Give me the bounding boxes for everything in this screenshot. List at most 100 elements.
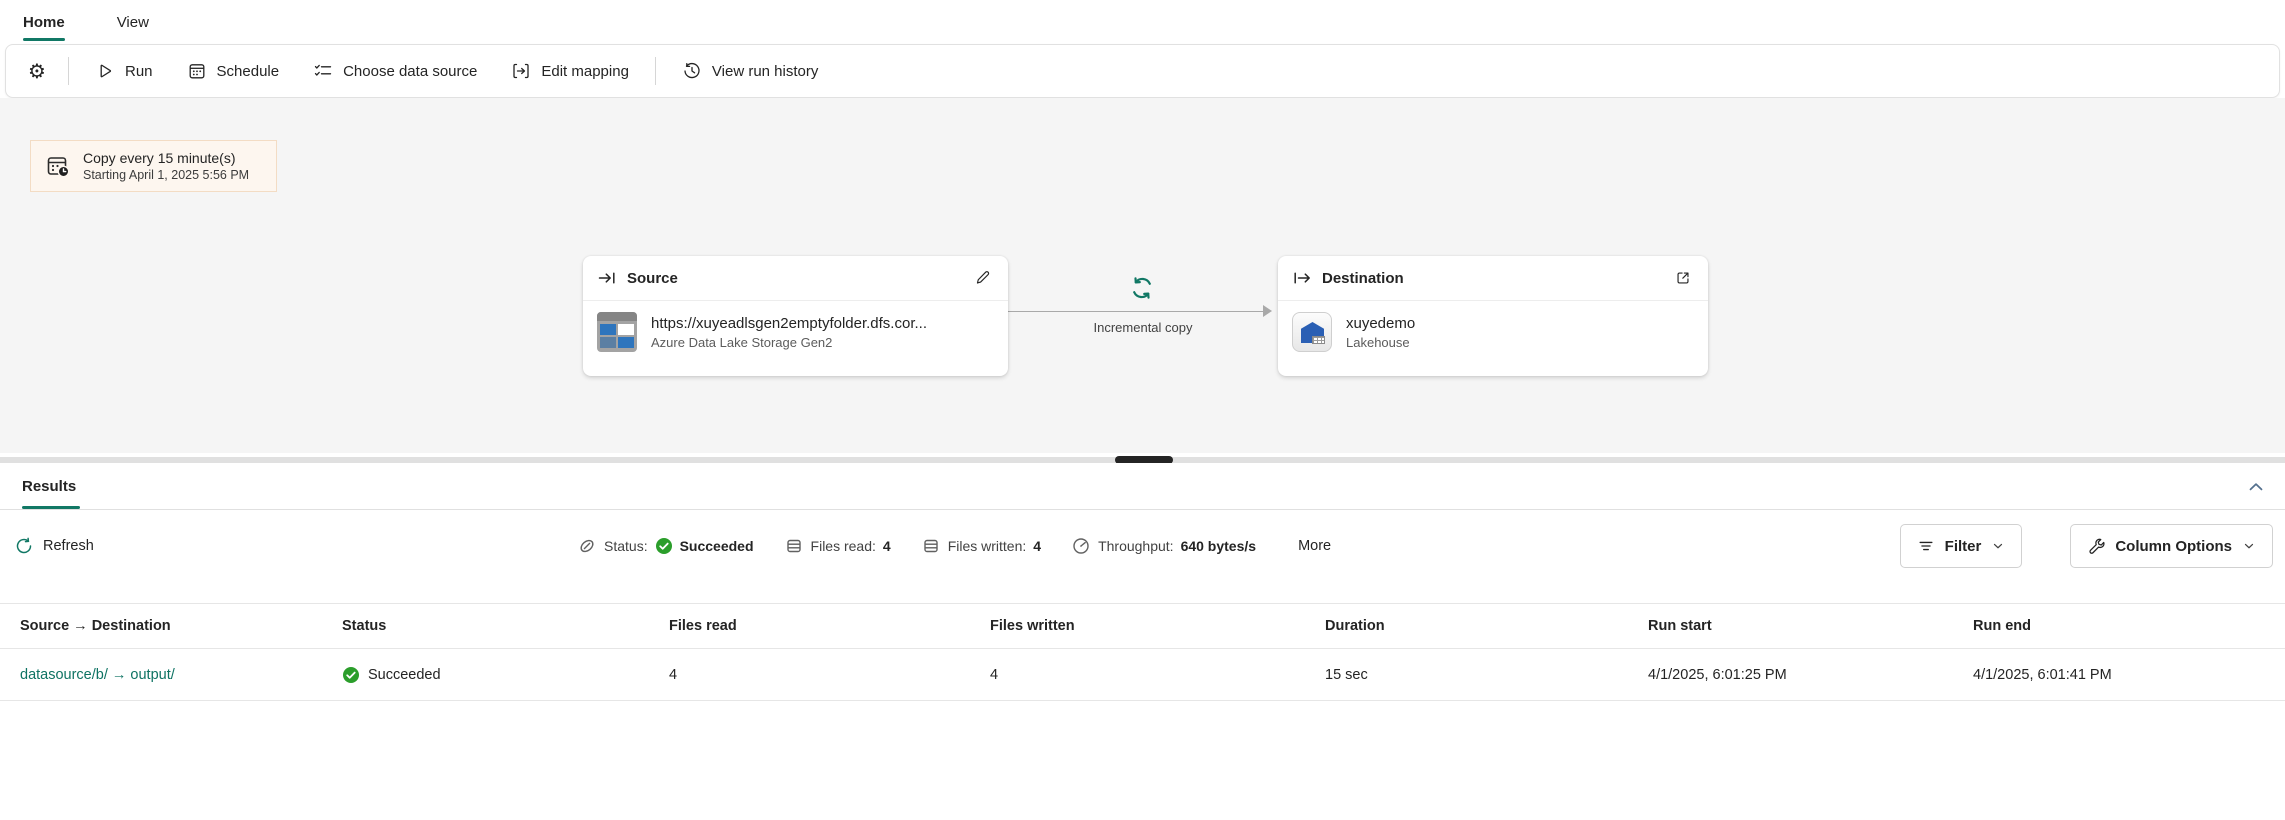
wrench-icon [2087, 537, 2105, 555]
table-header-row: Source → Destination Status Files read F… [0, 603, 2285, 649]
column-header-source-destination[interactable]: Source → Destination [20, 618, 342, 634]
chevron-down-icon [2242, 539, 2256, 553]
files-read-label: Files read: [811, 538, 876, 554]
view-run-history-label: View run history [712, 63, 818, 80]
connector-line [1008, 311, 1268, 312]
adls-gen2-icon [597, 312, 637, 352]
history-clock-icon [682, 61, 702, 81]
tab-view[interactable]: View [117, 0, 149, 44]
column-header-run-start[interactable]: Run start [1648, 618, 1973, 634]
settings-button[interactable]: ⚙ [18, 51, 56, 91]
stack-icon [921, 536, 941, 556]
source-connection-url: https://xuyeadlsgen2emptyfolder.dfs.cor.… [651, 315, 927, 332]
calendar-clock-icon [45, 153, 71, 179]
source-node-body: https://xuyeadlsgen2emptyfolder.dfs.cor.… [583, 301, 1008, 363]
run-button[interactable]: Run [81, 51, 167, 91]
source-node-header: Source [583, 256, 1008, 301]
open-in-new-icon [1674, 269, 1692, 287]
results-controls: Refresh Status: Succeeded Files read: 4 … [0, 510, 2285, 582]
refresh-icon [14, 536, 34, 556]
destination-title: Destination [1322, 270, 1662, 287]
checklist-icon [313, 61, 333, 81]
edit-mapping-button[interactable]: Edit mapping [497, 51, 643, 91]
open-destination-button[interactable] [1672, 267, 1694, 289]
filter-button[interactable]: Filter [1900, 524, 2023, 568]
results-actions: Filter Column Options [1900, 524, 2273, 568]
toolbar-divider [655, 57, 656, 85]
success-check-icon [342, 666, 360, 684]
mapping-icon [511, 61, 531, 81]
results-panel: Results Refresh Status: Succeeded [0, 463, 2285, 820]
schedule-frequency: Copy every 15 minute(s) [83, 150, 249, 167]
source-node[interactable]: Source https://xuyeadlsgen2emptyfolder.d… [583, 256, 1008, 376]
files-read-value: 4 [883, 538, 891, 554]
sync-icon [1128, 274, 1156, 302]
row-source-destination-link[interactable]: datasource/b/ → output/ [20, 667, 342, 683]
play-icon [95, 61, 115, 81]
source-connector-type: Azure Data Lake Storage Gen2 [651, 335, 927, 350]
connector-label: Incremental copy [1058, 320, 1228, 335]
files-written-value: 4 [1033, 538, 1041, 554]
destination-node-header: Destination [1278, 256, 1708, 301]
column-header-run-end[interactable]: Run end [1973, 618, 2285, 634]
destination-type: Lakehouse [1346, 335, 1415, 350]
column-options-button[interactable]: Column Options [2070, 524, 2273, 568]
tab-home[interactable]: Home [23, 0, 65, 44]
tab-home-label: Home [23, 14, 65, 31]
arrow-into-bar-icon [597, 268, 617, 288]
files-written-label: Files written: [948, 538, 1027, 554]
calendar-icon [187, 61, 207, 81]
table-row: datasource/b/ → output/ Succeeded 4 4 15… [0, 649, 2285, 701]
ribbon-toolbar: ⚙ Run Schedule Choose data source Edit m… [5, 44, 2280, 98]
filter-label: Filter [1945, 538, 1982, 555]
active-tab-underline [23, 38, 65, 41]
column-header-duration[interactable]: Duration [1325, 618, 1648, 634]
refresh-label: Refresh [43, 538, 94, 554]
schedule-button[interactable]: Schedule [173, 51, 294, 91]
choose-data-source-button[interactable]: Choose data source [299, 51, 491, 91]
summary-files-written: Files written: 4 [921, 536, 1041, 556]
tab-results[interactable]: Results [22, 463, 76, 509]
throughput-value: 640 bytes/s [1181, 538, 1257, 554]
refresh-button[interactable]: Refresh [14, 510, 94, 582]
results-tab-label: Results [22, 478, 76, 495]
success-check-icon [655, 537, 673, 555]
pencil-icon [974, 269, 992, 287]
source-title: Source [627, 270, 962, 287]
schedule-label: Schedule [217, 63, 280, 80]
column-options-label: Column Options [2115, 538, 2232, 555]
more-link[interactable]: More [1298, 538, 1331, 554]
run-label: Run [125, 63, 153, 80]
row-status-text: Succeeded [368, 667, 441, 683]
run-summary: Status: Succeeded Files read: 4 Files wr… [577, 510, 1331, 582]
column-header-status[interactable]: Status [342, 618, 669, 634]
stack-icon [784, 536, 804, 556]
toolbar-divider [68, 57, 69, 85]
schedule-chip[interactable]: Copy every 15 minute(s) Starting April 1… [30, 140, 277, 192]
row-run-end: 4/1/2025, 6:01:41 PM [1973, 667, 2285, 683]
destination-node-body: xuyedemo Lakehouse [1278, 301, 1708, 363]
schedule-start: Starting April 1, 2025 5:56 PM [83, 167, 249, 183]
row-files-read: 4 [669, 667, 990, 683]
bar-arrow-out-icon [1292, 268, 1312, 288]
destination-name: xuyedemo [1346, 315, 1415, 332]
summary-status: Status: Succeeded [577, 536, 754, 556]
pipeline-canvas: Copy every 15 minute(s) Starting April 1… [0, 98, 2285, 453]
gauge-icon [1071, 536, 1091, 556]
status-icon [577, 536, 597, 556]
filter-icon [1917, 537, 1935, 555]
choose-data-source-label: Choose data source [343, 63, 477, 80]
tab-view-label: View [117, 14, 149, 31]
lakehouse-icon [1292, 312, 1332, 352]
edit-source-button[interactable] [972, 267, 994, 289]
destination-node[interactable]: Destination xuyedemo Lakehouse [1278, 256, 1708, 376]
view-run-history-button[interactable]: View run history [668, 51, 832, 91]
summary-throughput: Throughput: 640 bytes/s [1071, 536, 1256, 556]
row-status: Succeeded [342, 666, 669, 684]
collapse-panel-button[interactable] [2243, 474, 2269, 500]
column-header-files-written[interactable]: Files written [990, 618, 1325, 634]
edit-mapping-label: Edit mapping [541, 63, 629, 80]
status-label: Status: [604, 538, 648, 554]
row-duration: 15 sec [1325, 667, 1648, 683]
column-header-files-read[interactable]: Files read [669, 618, 990, 634]
